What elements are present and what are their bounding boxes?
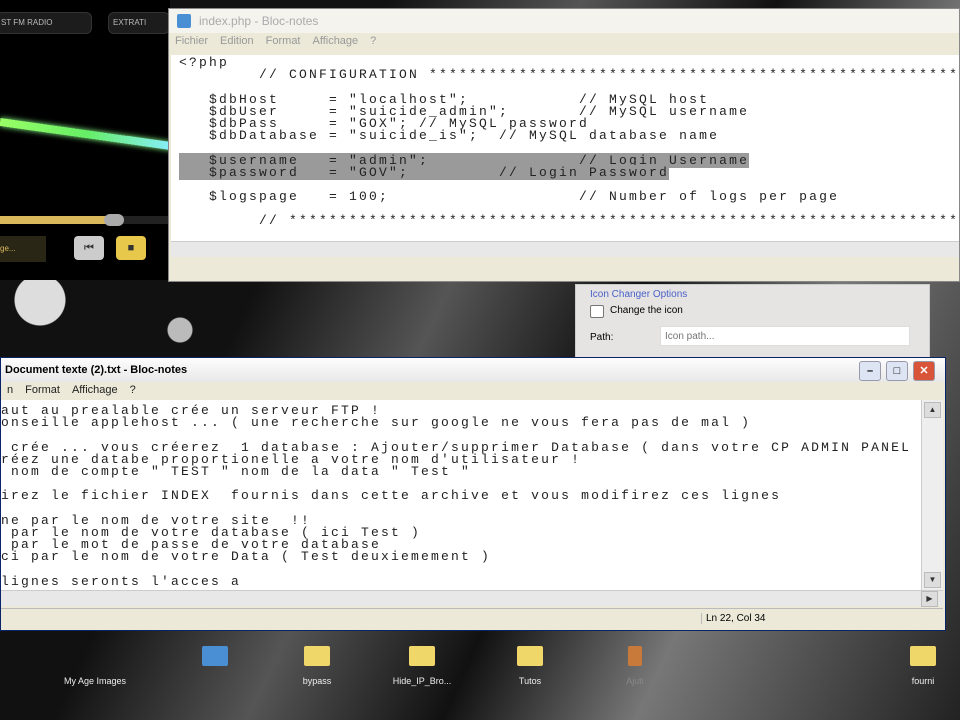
folder-icon [910,646,936,666]
desktop-icons: My Age Images bypass Hide_IP_Bro... Tuto… [0,632,960,708]
icon-path-input[interactable] [660,326,910,346]
icon-label: Tutos [518,676,542,686]
code-line: $dbDatabase = "suicide_is"; // MySQL dat… [179,128,720,144]
visualizer [0,118,174,151]
horizontal-scrollbar[interactable] [171,241,959,257]
shortcut-icon [628,646,642,666]
maximize-button[interactable]: □ [886,361,908,381]
close-button[interactable]: ✕ [913,361,935,381]
seek-fill [0,216,111,224]
menu-bar: n Format Affichage? [1,382,945,399]
icon-label: bypass [302,676,332,686]
desktop-icon[interactable]: My Age Images [60,646,130,686]
selected-code-line: $password = "GOV"; // Login Password [179,164,670,180]
seek-knob[interactable] [104,214,125,226]
previous-button[interactable]: ⏮ [74,236,104,260]
menu-edition[interactable]: n [7,384,13,396]
stop-button[interactable]: ■ [116,236,146,260]
menu-help[interactable]: ? [130,384,136,396]
minimize-button[interactable]: – [859,361,881,381]
change-icon-checkbox[interactable] [590,305,604,318]
notepad-document-texte: Document texte (2).txt - Bloc-notes – □ … [0,357,946,631]
code-line: $logspage = 100; // Number of logs per p… [179,189,840,205]
change-icon-label: Change the icon [610,305,683,316]
scroll-down-button[interactable]: ▼ [924,572,941,588]
text-line: lignes seronts l'acces a [1,573,242,589]
text-line: onseille applehost ... ( une recherche s… [1,415,752,431]
now-playing: ge... [0,236,46,262]
folder-icon [409,646,435,666]
menu-affichage[interactable]: Affichage [313,35,359,47]
icon-changer-panel: Icon Changer Options Change the icon Pat… [575,284,930,360]
icon-label: Ajuti [626,676,644,686]
window-title: Document texte (2).txt - Bloc-notes [5,364,188,376]
seek-bar[interactable] [0,214,170,226]
icon-label: fourni [911,676,935,686]
desktop-icon-tutos[interactable]: Tutos [495,646,565,686]
title-bar: index.php - Bloc-notes [169,9,959,33]
vertical-scrollbar[interactable]: ▲ ▼ [921,400,943,590]
status-bar: Ln 22, Col 34 [1,608,943,628]
code-line: // *************************************… [179,213,959,229]
text-line: nom de compte " TEST " nom de la data " … [1,463,472,479]
title-bar: Document texte (2).txt - Bloc-notes – □ … [1,358,945,382]
icon-label: Hide_IP_Bro... [392,676,452,686]
icon-label: My Age Images [63,676,127,686]
desktop-icon[interactable] [180,646,250,676]
menu-format[interactable]: Format [266,35,301,47]
menu-edition[interactable]: Edition [220,35,254,47]
scroll-right-button[interactable]: ▶ [921,591,938,607]
notepad-index-php: index.php - Bloc-notes Fichier Edition For… [168,8,960,282]
desktop-icon[interactable]: Ajuti [600,646,670,686]
menu-affichage[interactable]: Affichage [72,384,118,396]
folder-icon [517,646,543,666]
window-title: index.php - Bloc-notes [199,14,319,28]
folder-icon [304,646,330,666]
menu-help[interactable]: ? [370,35,376,47]
media-player: ST FM RADIO EXTRATI ge... ⏮ ■ [0,0,174,280]
cursor-position: Ln 22, Col 34 [701,613,766,624]
tab-extraction[interactable]: EXTRATI [108,12,170,34]
editor-text-area[interactable]: <?php // CONFIGURATION *****************… [171,55,959,241]
tab-fm-radio[interactable]: ST FM RADIO [0,12,92,34]
text-line: irez le fichier INDEX fournis dans cette… [1,488,782,504]
text-line: ci par le nom de votre Data ( Test deuxi… [1,549,492,565]
menu-fichier[interactable]: Fichier [175,35,208,47]
desktop-icon-hide-ip[interactable]: Hide_IP_Bro... [387,646,457,686]
editor-text-area[interactable]: aut au prealable crée un serveur FTP ! on… [1,400,921,590]
code-line: // CONFIGURATION ***********************… [179,67,959,83]
icon-changer-title: Icon Changer Options [590,289,688,300]
notepad-icon [177,14,191,28]
horizontal-scrollbar[interactable]: ▶ [1,590,943,607]
path-label: Path: [590,332,614,343]
desktop-icon-fourni[interactable]: fourni [888,646,958,686]
desktop-icon-bypass[interactable]: bypass [282,646,352,686]
menu-format[interactable]: Format [25,384,60,396]
scroll-up-button[interactable]: ▲ [924,402,941,418]
menu-bar: Fichier Edition Format Affichage? [169,33,959,50]
